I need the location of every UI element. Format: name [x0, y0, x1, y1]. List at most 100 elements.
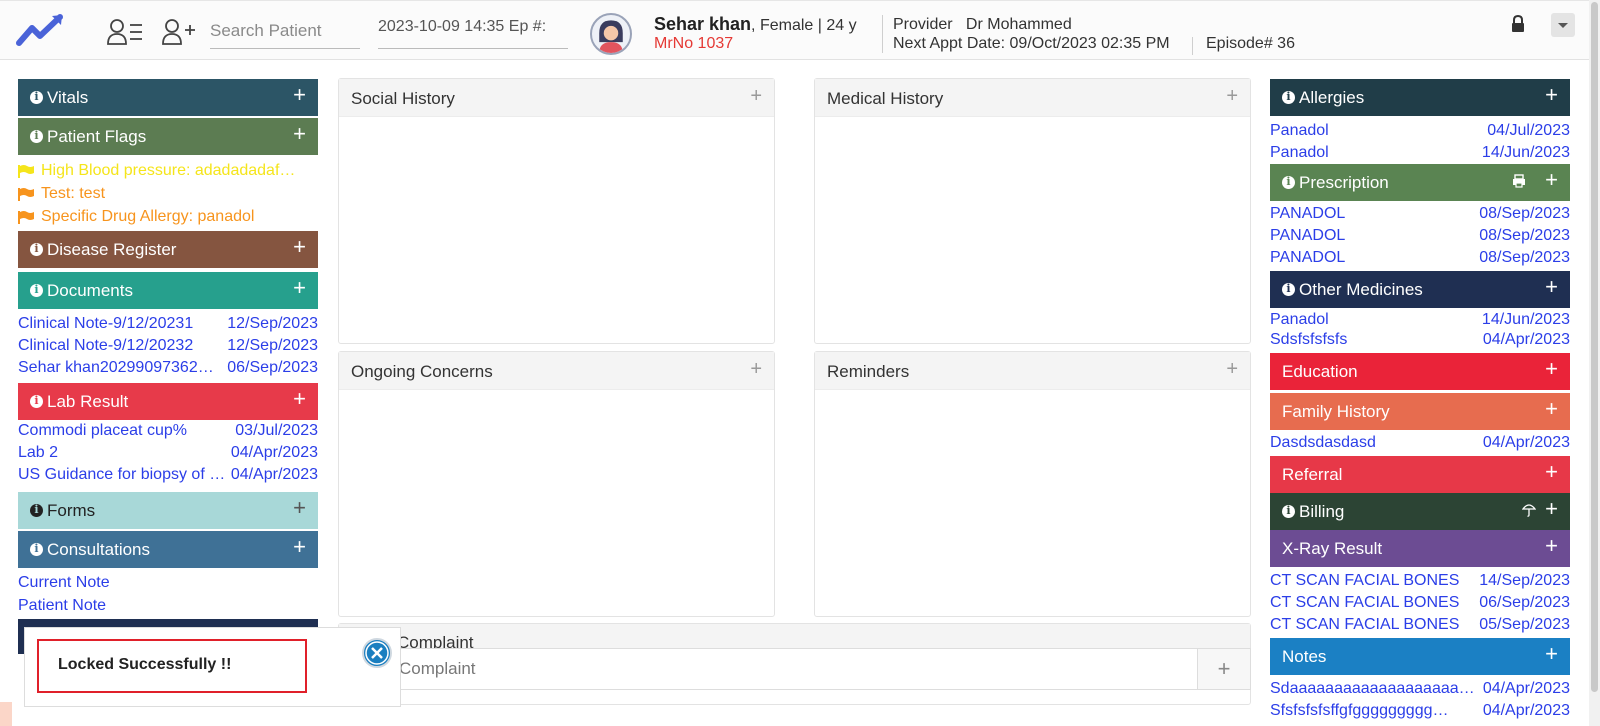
consultations-header[interactable]: Consultations + — [18, 531, 318, 568]
ongoing-concerns-title: Ongoing Concerns — [351, 362, 493, 381]
consultation-row[interactable]: Current Note — [18, 572, 318, 594]
consultation-row[interactable]: Patient Note — [18, 595, 318, 617]
prescription-row[interactable]: PANADOL 08/Sep/2023 — [1270, 225, 1570, 247]
info-icon[interactable] — [30, 503, 43, 517]
add-other-medicine-plus-icon[interactable]: + — [1545, 276, 1558, 298]
prescription-header[interactable]: Prescription + — [1270, 164, 1570, 201]
add-allergy-plus-icon[interactable]: + — [1545, 84, 1558, 106]
add-lab-result-plus-icon[interactable]: + — [293, 388, 306, 410]
other-medicine-row[interactable]: Sdsfsfsfsfs 04/Apr/2023 — [1270, 329, 1570, 351]
xray-row[interactable]: CT SCAN FACIAL BONES 05/Sep/2023 — [1270, 614, 1570, 636]
family-history-row[interactable]: Dasdsdasdasd 04/Apr/2023 — [1270, 432, 1570, 454]
document-row[interactable]: Clinical Note-9/12/20231 12/Sep/2023 — [18, 313, 318, 335]
add-ongoing-concern-plus-icon[interactable]: + — [750, 358, 762, 381]
search-patient-input[interactable] — [210, 13, 360, 49]
add-disease-plus-icon[interactable]: + — [293, 236, 306, 258]
add-vitals-plus-icon[interactable]: + — [293, 84, 306, 106]
flag-item[interactable]: Test: test — [18, 183, 306, 205]
lab-row[interactable]: Commodi placeat cup% 03/Jul/2023 — [18, 420, 318, 442]
patient-avatar[interactable] — [590, 13, 632, 55]
toast-message: Locked Successfully !! — [37, 639, 307, 693]
close-icon[interactable] — [361, 637, 393, 669]
add-reminder-plus-icon[interactable]: + — [1226, 358, 1238, 381]
page-scrollbar[interactable] — [1589, 0, 1600, 726]
complaint-input[interactable]: Complaint — [338, 648, 1198, 690]
other-medicines-header[interactable]: Other Medicines + — [1270, 271, 1570, 308]
consultation-name: Patient Note — [18, 597, 107, 614]
app-logo-icon[interactable] — [16, 13, 64, 49]
note-row[interactable]: Sfsfsfsfsffgfggggggggg… 04/Apr/2023 — [1270, 700, 1570, 722]
document-row[interactable]: Sehar khan20299097362… 06/Sep/2023 — [18, 357, 318, 379]
prescription-name: PANADOL — [1270, 205, 1346, 222]
vitals-header[interactable]: Vitals + — [18, 79, 318, 116]
add-complaint-button[interactable]: + — [1197, 648, 1251, 690]
lab-result-header[interactable]: Lab Result + — [18, 383, 318, 420]
add-social-history-plus-icon[interactable]: + — [750, 85, 762, 108]
episode-datetime-field[interactable]: 2023-10-09 14:35 Ep #: — [378, 15, 568, 49]
add-consultation-plus-icon[interactable]: + — [293, 536, 306, 558]
add-flag-plus-icon[interactable]: + — [293, 123, 306, 145]
add-family-history-plus-icon[interactable]: + — [1545, 398, 1558, 420]
xray-date: 05/Sep/2023 — [1479, 616, 1570, 633]
other-medicine-row[interactable]: Panadol 14/Jun/2023 — [1270, 309, 1570, 331]
corner-widget[interactable] — [0, 702, 12, 726]
patient-name: Sehar khan, Female | 24 y — [654, 14, 857, 35]
patient-list-icon[interactable] — [106, 17, 146, 47]
add-medical-history-plus-icon[interactable]: + — [1226, 85, 1238, 108]
allergy-row[interactable]: Panadol 04/Jul/2023 — [1270, 120, 1570, 142]
info-icon[interactable] — [30, 283, 43, 297]
note-row[interactable]: Sdaaaaaaaaaaaaaaaaaaa… 04/Apr/2023 — [1270, 678, 1570, 700]
lab-row[interactable]: Lab 2 04/Apr/2023 — [18, 442, 318, 464]
flag-text: Test: test — [41, 185, 106, 202]
patient-flags-header[interactable]: Patient Flags + — [18, 118, 318, 155]
flag-icon — [18, 165, 34, 178]
education-header[interactable]: Education + — [1270, 353, 1570, 390]
info-icon[interactable] — [30, 129, 43, 143]
info-icon[interactable] — [1282, 175, 1295, 189]
allergy-row[interactable]: Panadol 14/Jun/2023 — [1270, 142, 1570, 164]
family-history-header[interactable]: Family History + — [1270, 393, 1570, 430]
xray-row[interactable]: CT SCAN FACIAL BONES 14/Sep/2023 — [1270, 570, 1570, 592]
forms-header[interactable]: Forms + — [18, 492, 318, 529]
info-icon[interactable] — [30, 242, 43, 256]
add-form-plus-icon[interactable]: + — [293, 497, 306, 519]
add-patient-icon[interactable] — [160, 17, 200, 47]
document-row[interactable]: Clinical Note-9/12/20232 12/Sep/2023 — [18, 335, 318, 357]
prescription-row[interactable]: PANADOL 08/Sep/2023 — [1270, 247, 1570, 269]
add-document-plus-icon[interactable]: + — [293, 277, 306, 299]
lock-icon[interactable] — [1510, 15, 1526, 33]
flag-item[interactable]: Specific Drug Allergy: panadol — [18, 206, 306, 228]
info-icon[interactable] — [1282, 504, 1295, 518]
umbrella-icon[interactable] — [1522, 503, 1536, 517]
referral-header[interactable]: Referral + — [1270, 456, 1570, 493]
family-history-title: Family History — [1282, 402, 1390, 421]
scrollbar-thumb[interactable] — [1591, 2, 1598, 692]
add-education-plus-icon[interactable]: + — [1545, 358, 1558, 380]
billing-header[interactable]: Billing + — [1270, 493, 1570, 530]
note-name: Sfsfsfsfsffgfggggggggg… — [1270, 702, 1449, 719]
prescription-row[interactable]: PANADOL 08/Sep/2023 — [1270, 203, 1570, 225]
info-icon[interactable] — [1282, 90, 1295, 104]
info-icon[interactable] — [1282, 282, 1295, 296]
allergies-header[interactable]: Allergies + — [1270, 79, 1570, 116]
print-icon[interactable] — [1512, 174, 1526, 188]
xray-result-header[interactable]: X-Ray Result + — [1270, 530, 1570, 567]
header-dropdown-button[interactable] — [1551, 13, 1575, 37]
social-history-card: Social History + — [338, 78, 775, 344]
lab-row[interactable]: US Guidance for biopsy of … 04/Apr/2023 — [18, 464, 318, 486]
info-icon[interactable] — [30, 394, 43, 408]
provider-label: Provider — [893, 16, 953, 33]
add-referral-plus-icon[interactable]: + — [1545, 461, 1558, 483]
add-prescription-plus-icon[interactable]: + — [1545, 169, 1558, 191]
document-date: 12/Sep/2023 — [227, 315, 318, 332]
add-xray-plus-icon[interactable]: + — [1545, 535, 1558, 557]
documents-header[interactable]: Documents + — [18, 272, 318, 309]
xray-row[interactable]: CT SCAN FACIAL BONES 06/Sep/2023 — [1270, 592, 1570, 614]
disease-register-header[interactable]: Disease Register + — [18, 231, 318, 268]
add-note-plus-icon[interactable]: + — [1545, 643, 1558, 665]
flag-item[interactable]: High Blood pressure: adadadadaf… — [18, 160, 306, 182]
info-icon[interactable] — [30, 542, 43, 556]
add-billing-plus-icon[interactable]: + — [1545, 498, 1558, 520]
notes-header[interactable]: Notes + — [1270, 638, 1570, 675]
info-icon[interactable] — [30, 90, 43, 104]
